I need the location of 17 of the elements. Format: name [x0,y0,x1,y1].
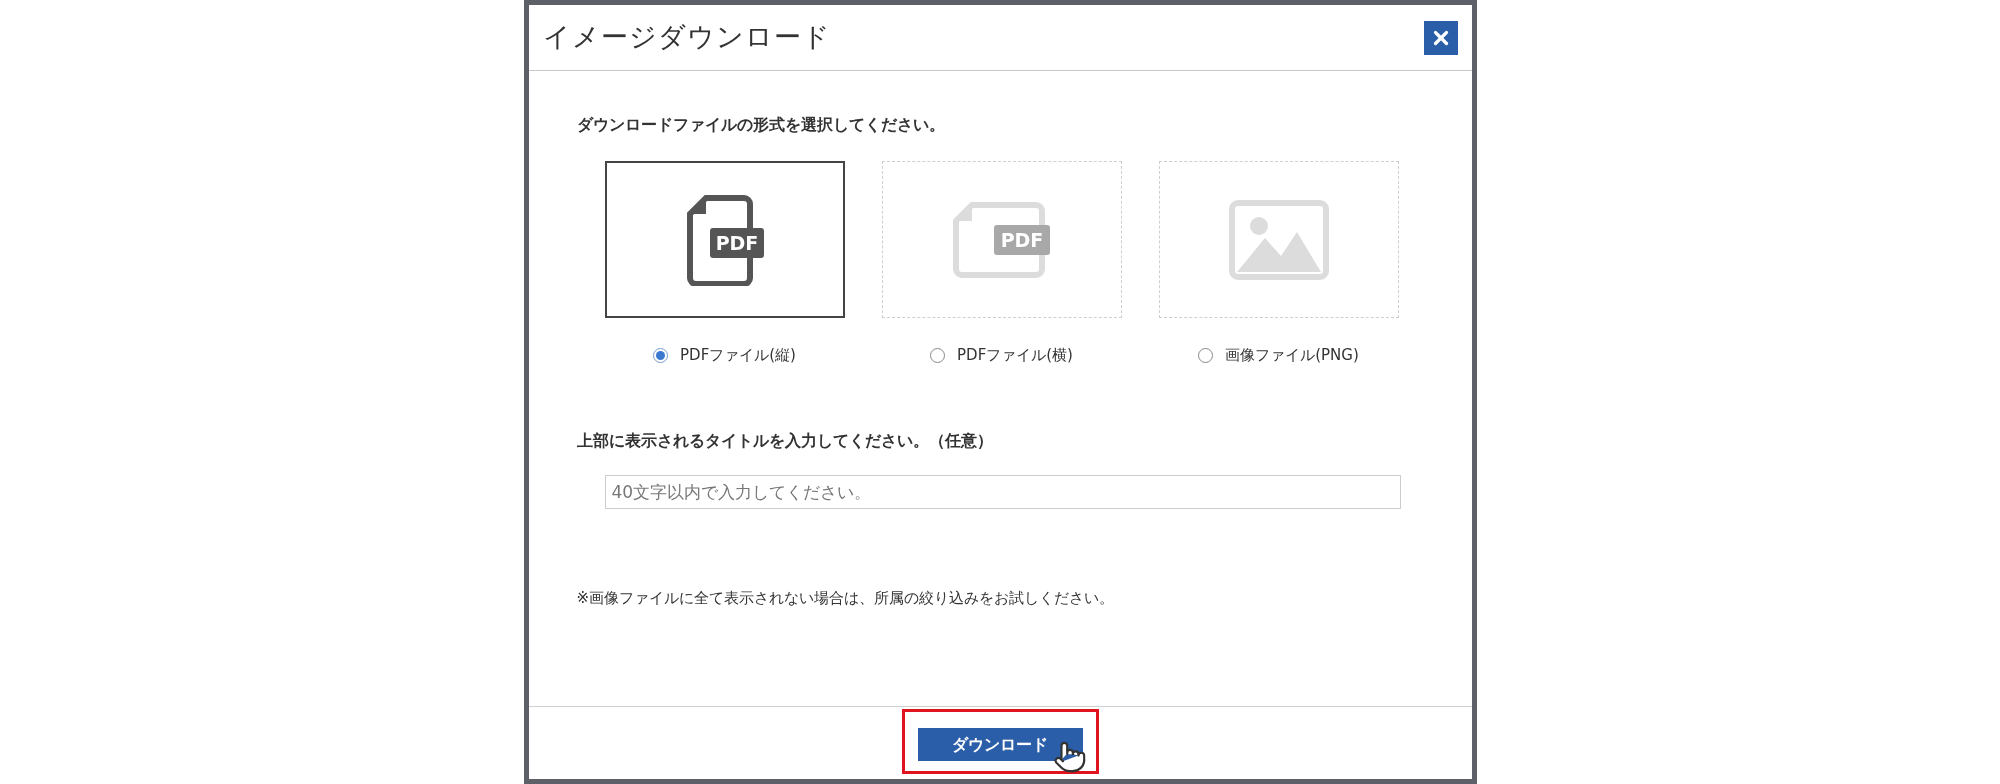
note-text: ※画像ファイルに全て表示されない場合は、所属の絞り込みをお試しください。 [576,587,1115,609]
hand-pointer-icon [1052,740,1087,774]
radio-button[interactable] [1198,347,1214,363]
title-prompt: 上部に表示されるタイトルを入力してください。（任意） [576,429,993,452]
radio-label: 画像ファイル(PNG) [1225,345,1359,366]
title-input-field[interactable]: 40文字以内で入力してください。 [604,474,1401,509]
image-icon [1228,199,1329,280]
format-card[interactable]: PDF [604,161,845,318]
download-button[interactable]: ダウンロード [917,728,1083,761]
radio-button[interactable] [653,347,669,363]
radio-label: PDFファイル(横) [957,345,1073,366]
format-prompt: ダウンロードファイルの形式を選択してください。 [576,114,945,136]
format-card[interactable] [1158,161,1399,318]
close-button[interactable] [1423,20,1458,55]
dialog-title: イメージダウンロード [542,20,831,55]
radio-button[interactable] [930,347,946,363]
radio-label: PDFファイル(縦) [680,345,796,366]
